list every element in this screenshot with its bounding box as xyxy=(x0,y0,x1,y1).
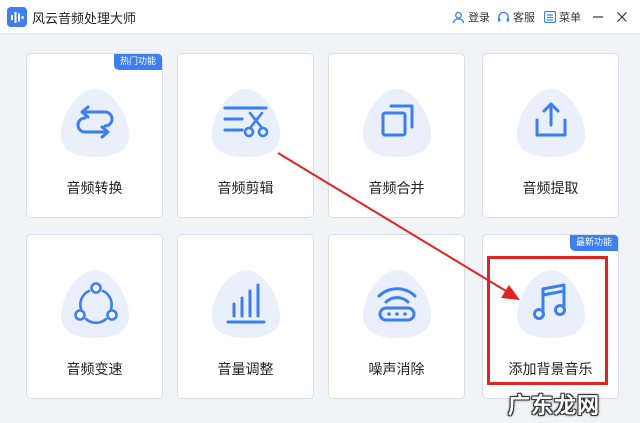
login-label: 登录 xyxy=(468,11,490,24)
merge-windows-icon xyxy=(381,104,414,137)
close-icon[interactable] xyxy=(614,9,630,25)
hot-feature-badge: 热门功能 xyxy=(113,54,162,70)
card-audio-convert[interactable]: 音频转换 热门功能 xyxy=(26,53,163,218)
card-audio-cut[interactable]: 音频剪辑 xyxy=(177,53,314,218)
card-audio-merge[interactable]: 音频合并 xyxy=(328,53,465,218)
card-label: 音频合并 xyxy=(368,181,425,197)
login-button[interactable]: 登录 xyxy=(452,8,490,26)
headset-icon xyxy=(497,11,510,22)
card-label: 音频变速 xyxy=(66,362,123,378)
card-label: 噪声消除 xyxy=(368,362,425,378)
card-label: 音频转换 xyxy=(66,181,123,197)
customer-service-button[interactable]: 客服 xyxy=(497,8,535,26)
card-noise-removal[interactable]: 噪声消除 xyxy=(328,234,465,399)
menu-icon xyxy=(544,11,556,23)
app-title: 风云音频处理大师 xyxy=(32,12,137,27)
card-label: 音量调整 xyxy=(217,362,274,378)
card-label: 添加背景音乐 xyxy=(508,362,593,378)
service-label: 客服 xyxy=(513,11,535,24)
minimize-icon[interactable] xyxy=(590,9,606,25)
upload-tray-icon xyxy=(535,102,567,137)
music-note-icon xyxy=(533,283,566,320)
volume-bars-icon xyxy=(226,283,266,324)
swap-arrows-icon xyxy=(76,105,114,139)
card-add-background-music[interactable]: 添加背景音乐 最新功能 xyxy=(482,234,619,399)
share-nodes-icon xyxy=(74,282,118,325)
card-label: 音频剪辑 xyxy=(217,181,274,197)
card-audio-extract[interactable]: 音频提取 xyxy=(482,53,619,218)
user-icon xyxy=(452,11,465,23)
card-volume-adjust[interactable]: 音量调整 xyxy=(177,234,314,399)
menu-button[interactable]: 菜单 xyxy=(544,8,581,26)
title-bar: 风云音频处理大师 登录 客服 菜单 xyxy=(0,0,640,34)
menu-label: 菜单 xyxy=(559,11,581,24)
new-feature-badge: 最新功能 xyxy=(569,235,618,251)
card-audio-speed[interactable]: 音频变速 xyxy=(26,234,163,399)
app-logo-icon xyxy=(7,7,27,27)
watermark-text: 广东龙网 xyxy=(508,393,601,419)
card-label: 音频提取 xyxy=(522,181,579,197)
scissors-icon xyxy=(223,106,269,138)
wifi-router-icon xyxy=(377,287,417,322)
